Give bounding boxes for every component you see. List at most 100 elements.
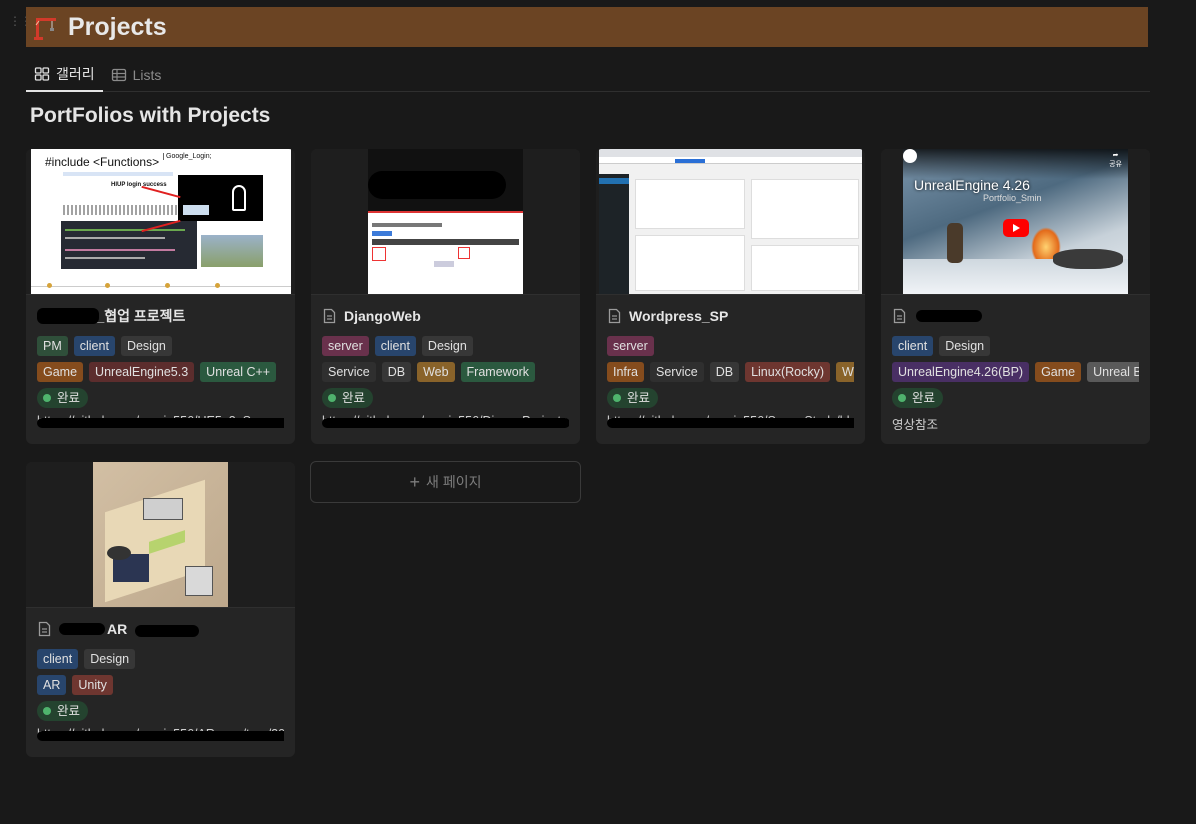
status-badge: 완료 (892, 388, 944, 408)
tag: Design (421, 336, 473, 356)
status-badge: 완료 (607, 388, 659, 408)
tag: server (322, 336, 369, 356)
thumb-code-text: #include <Functions> (45, 155, 160, 169)
tag: AR (37, 675, 67, 695)
gallery-card-ar[interactable]: AR client Design AR Unity 완료 https://git… (26, 462, 295, 757)
tag: DB (709, 362, 740, 382)
drag-handle-icon[interactable]: ⋮⋮ (9, 15, 32, 33)
tag-row: PM client Design (37, 336, 284, 356)
document-icon (323, 308, 336, 324)
tag-row: Infra Service DB Linux(Rocky) Web (607, 362, 854, 382)
status-badge: 완료 (322, 388, 374, 408)
status-dot-icon (613, 394, 621, 402)
tag: Game (1035, 362, 1082, 382)
tab-gallery[interactable]: 갤러리 (26, 58, 103, 92)
status-label: 완료 (57, 704, 81, 718)
gallery-card-djangoweb[interactable]: DjangoWeb server client Design Service D… (311, 149, 580, 444)
card-link[interactable]: https://github.com/maein556/AR_app/tree/… (37, 727, 284, 747)
tag-row: client Design (892, 336, 1139, 356)
section-title: PortFolios with Projects (30, 104, 271, 127)
youtube-play-icon[interactable] (1003, 219, 1029, 237)
card-cover-image (26, 462, 295, 608)
thumb-unreal-title: UnrealEngine 4.26 (914, 177, 1030, 193)
share-label: 공유 (1109, 161, 1122, 168)
tag: Linux(Rocky) (745, 362, 831, 382)
tag: server (607, 336, 654, 356)
tab-lists-label: Lists (132, 66, 162, 83)
tag-row: Service DB Web Framework (322, 362, 569, 382)
status-label: 완료 (57, 391, 81, 405)
plus-icon: + (409, 472, 421, 492)
new-page-label: 새 페이지 (426, 474, 482, 490)
card-note-text: 영상참조 (892, 418, 939, 432)
card-link[interactable]: https://github.com/maein556/UE5_3_Server… (37, 414, 284, 434)
status-dot-icon (328, 394, 336, 402)
new-page-button[interactable]: + 새 페이지 (310, 461, 581, 503)
tag: Unity (72, 675, 113, 695)
tag: UnrealEngine4.26(BP) (892, 362, 1030, 382)
tag-row: client Design (37, 649, 284, 669)
status-label: 완료 (627, 391, 651, 405)
tag: Infra (607, 362, 645, 382)
status-dot-icon (43, 707, 51, 715)
card-title-text: DjangoWeb (344, 308, 421, 324)
document-icon (38, 621, 51, 637)
page-header: Projects (26, 7, 1148, 47)
tag: client (37, 649, 79, 669)
card-title: DjangoWeb (322, 306, 569, 326)
thumb-login-text: Google_Login; (163, 153, 212, 160)
tag-row: server client Design (322, 336, 569, 356)
tag: Game (37, 362, 84, 382)
tag: Unreal C++ (200, 362, 277, 382)
tab-lists[interactable]: Lists (103, 58, 170, 91)
tag: DB (381, 362, 412, 382)
view-tabs: 갤러리 Lists (26, 58, 1150, 92)
card-cover-image (596, 149, 865, 295)
gallery-grid-icon (34, 67, 50, 81)
page-title: Projects (68, 12, 167, 41)
tag: client (374, 336, 416, 356)
tag: Design (939, 336, 991, 356)
card-link[interactable]: https://github.com/maein556/DjangoProjec… (322, 414, 569, 434)
status-badge: 완료 (37, 701, 89, 721)
tag-row: AR Unity (37, 675, 284, 695)
tag: Service (322, 362, 376, 382)
card-link[interactable]: https://github.com/maein556/ServerStudy/… (607, 414, 854, 434)
card-note: 영상참조 (892, 414, 1139, 434)
document-icon (893, 308, 906, 324)
status-dot-icon (43, 394, 51, 402)
status-label: 완료 (912, 391, 936, 405)
tag: Web (836, 362, 854, 382)
card-title: AR (37, 619, 284, 639)
construction-crane-icon (32, 13, 60, 41)
thumb-success-text: HIUP login success (111, 182, 167, 188)
card-cover-image (311, 149, 580, 295)
tag-row: Game UnrealEngine5.3 Unreal C++ (37, 362, 284, 382)
card-cover-image: #include <Functions> Google_Login; HIUP … (26, 149, 295, 295)
status-badge: 완료 (37, 388, 89, 408)
tag-row: UnrealEngine4.26(BP) Game Unreal BP (892, 362, 1139, 382)
tag: PM (37, 336, 68, 356)
tag-row: server (607, 336, 854, 356)
tag: Service (650, 362, 704, 382)
card-title-text: Wordpress_SP (629, 308, 729, 324)
card-title (892, 306, 1139, 326)
card-title: Wordpress_SP (607, 306, 854, 326)
tag: client (892, 336, 934, 356)
card-cover-image: UnrealEngine 4.26 Portfolio_Smin ➦ 공유 (881, 149, 1150, 295)
status-label: 완료 (342, 391, 366, 405)
tab-gallery-label: 갤러리 (56, 66, 95, 82)
gallery-card-unreal[interactable]: UnrealEngine 4.26 Portfolio_Smin ➦ 공유 cli… (881, 149, 1150, 444)
tag: UnrealEngine5.3 (89, 362, 195, 382)
card-title: HIUP_협업 프로젝트 (37, 306, 284, 326)
table-icon (111, 68, 126, 81)
gallery-card-wordpress[interactable]: Wordpress_SP server Infra Service DB Lin… (596, 149, 865, 444)
tag: Design (120, 336, 172, 356)
gallery-card-hiup[interactable]: #include <Functions> Google_Login; HIUP … (26, 149, 295, 444)
tag: Design (84, 649, 136, 669)
tag: Web (417, 362, 455, 382)
status-dot-icon (898, 394, 906, 402)
tag: Framework (460, 362, 536, 382)
tag: Unreal BP (1087, 362, 1139, 382)
thumb-unreal-sub: Portfolio_Smin (983, 193, 1042, 203)
